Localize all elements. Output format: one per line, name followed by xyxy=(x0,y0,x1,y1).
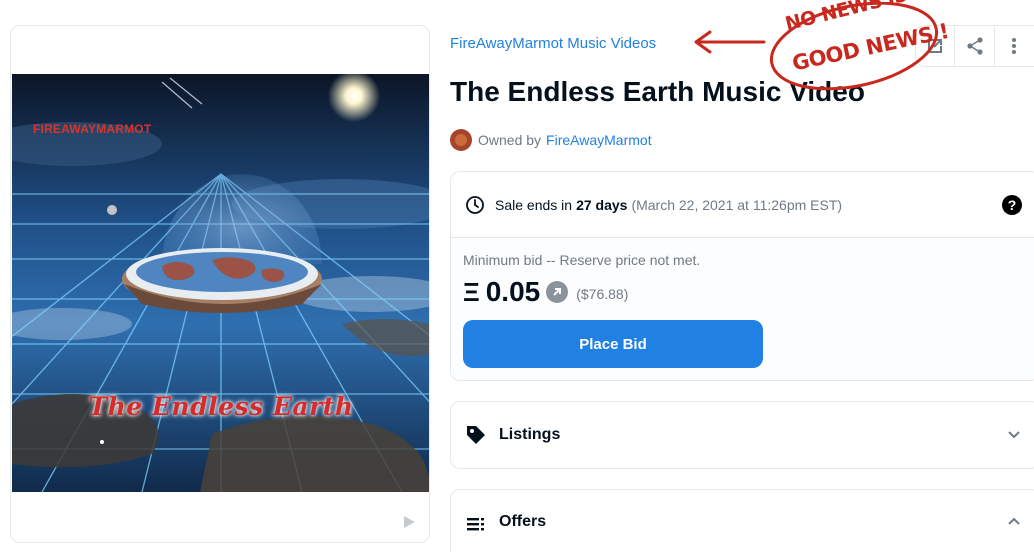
sale-countdown: Sale ends in 27 days (March 22, 2021 at … xyxy=(451,172,1034,238)
list-icon xyxy=(465,513,487,535)
artwork-image[interactable]: FIREAWAYMARMOT The Endless Earth xyxy=(12,74,429,492)
price-value: 0.05 xyxy=(485,276,541,307)
artwork-illustration xyxy=(12,74,429,492)
clock-icon xyxy=(466,195,484,214)
item-title: The Endless Earth Music Video xyxy=(450,76,865,107)
help-icon[interactable]: ? xyxy=(1001,194,1023,216)
share-icon xyxy=(966,37,983,55)
chevron-down-icon[interactable] xyxy=(1007,428,1021,442)
more-vertical-icon xyxy=(1012,38,1017,54)
listings-title: Listings xyxy=(499,426,561,443)
sale-ends-date: (March 22, 2021 at 11:26pm EST) xyxy=(631,196,843,213)
share-button[interactable] xyxy=(955,26,995,66)
tag-icon xyxy=(465,424,487,446)
owner-row: Owned by FireAwayMarmot xyxy=(450,129,652,151)
sale-ends-value: 27 days xyxy=(576,196,628,213)
place-bid-button[interactable]: Place Bid xyxy=(463,320,763,368)
sale-panel: Sale ends in 27 days (March 22, 2021 at … xyxy=(450,171,1034,381)
usd-price: ($76.88) xyxy=(576,286,629,302)
play-icon[interactable] xyxy=(401,514,417,530)
eth-icon: Ξ xyxy=(463,276,480,307)
artwork-brand-text: FIREAWAYMARMOT xyxy=(33,122,152,136)
minimum-bid-label: Minimum bid -- Reserve price not met. xyxy=(463,252,701,268)
listings-panel[interactable]: Listings xyxy=(450,401,1034,469)
artwork-title-text: The Endless Earth xyxy=(88,392,354,421)
sale-ends-prefix: Sale ends in xyxy=(495,196,573,213)
more-options-button[interactable] xyxy=(995,26,1034,66)
media-card: FIREAWAYMARMOT The Endless Earth xyxy=(10,25,430,543)
price-link-icon[interactable] xyxy=(546,281,569,303)
owner-name-link[interactable]: FireAwayMarmot xyxy=(546,132,652,148)
price-row: Ξ 0.05 ($76.88) xyxy=(463,275,1027,309)
owner-avatar[interactable] xyxy=(450,129,472,151)
owned-by-label: Owned by xyxy=(478,132,542,148)
svg-text:?: ? xyxy=(1008,197,1017,213)
offers-title: Offers xyxy=(499,513,547,530)
collection-link[interactable]: FireAwayMarmot Music Videos xyxy=(450,35,656,52)
offers-panel[interactable]: Offers xyxy=(450,489,1034,552)
chevron-up-icon[interactable] xyxy=(1007,514,1021,528)
